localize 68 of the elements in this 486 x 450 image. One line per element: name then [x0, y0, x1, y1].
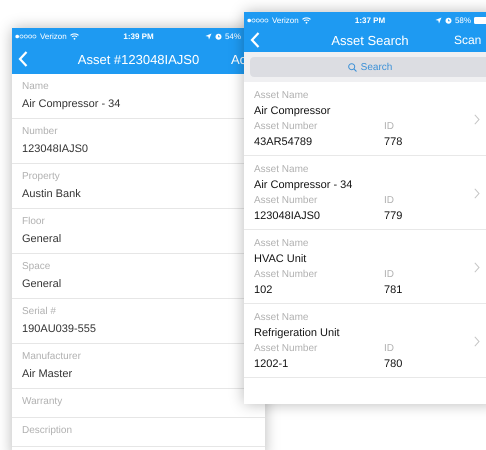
field-label: Space: [22, 260, 52, 274]
carrier-name: Verizon: [40, 32, 67, 40]
chevron-right-icon: [474, 262, 480, 272]
asset-list-item[interactable]: Asset Name HVAC Unit Asset Number ID 102 781: [244, 230, 486, 304]
field-value: General: [22, 277, 62, 292]
asset-id: 781: [384, 283, 404, 298]
field-value: Air Compressor - 34: [22, 97, 122, 112]
asset-id: 780: [384, 357, 404, 372]
field-label: Asset Name: [254, 89, 310, 103]
asset-name: HVAC Unit: [254, 252, 308, 267]
field-label: ID: [384, 120, 395, 134]
wifi-icon: [70, 32, 79, 40]
alarm-clock-icon: [444, 16, 452, 24]
field-label: Asset Name: [254, 311, 310, 325]
wifi-icon: [302, 16, 311, 24]
asset-list-item[interactable]: Asset Name Air Compressor - 34 Asset Number ID 123048IAJS0 779: [244, 156, 486, 230]
asset-id: 779: [384, 209, 404, 224]
search-icon: [348, 62, 357, 72]
field-label: ID: [384, 268, 395, 282]
back-icon[interactable]: [18, 51, 28, 67]
chevron-right-icon: [474, 336, 480, 346]
status-time: 1:39 PM: [123, 32, 154, 40]
field-label: Asset Name: [254, 237, 310, 251]
field-label: Name: [22, 80, 50, 94]
field-value: Austin Bank: [22, 187, 82, 202]
field-label: Description: [22, 424, 74, 438]
battery-percent: 54%: [224, 32, 241, 40]
battery-icon: [474, 16, 486, 24]
screen-title: Asset Search: [331, 32, 409, 48]
field-value: General: [22, 232, 62, 247]
asset-number: 1202-1: [254, 357, 290, 372]
field-label: Floor: [22, 215, 46, 229]
asset-id: 778: [384, 135, 404, 150]
field-label: Asset Number: [254, 120, 318, 134]
asset-name: Air Compressor - 34: [254, 178, 354, 193]
field-label: Warranty: [22, 395, 64, 409]
screen-title: Asset #123048IAJS0: [78, 52, 200, 66]
asset-number: 123048IAJS0: [254, 209, 322, 224]
asset-name: Air Compressor: [254, 104, 332, 119]
field-label: Asset Number: [254, 194, 318, 208]
carrier-name: Verizon: [272, 16, 299, 24]
chevron-right-icon: [474, 188, 480, 198]
field-label: Asset Name: [254, 163, 310, 177]
signal-icon: [15, 34, 37, 38]
battery-percent: 58%: [454, 16, 471, 24]
signal-icon: [247, 18, 269, 22]
asset-number: 43AR54789: [254, 135, 314, 150]
field-label: Manufacturer: [22, 350, 82, 364]
field-label: Property: [22, 170, 61, 184]
asset-list-item[interactable]: Asset Name Air Compressor Asset Number ID 43AR54789 778: [244, 82, 486, 156]
asset-number: 102: [254, 283, 274, 298]
chevron-right-icon: [474, 114, 480, 124]
field-value: Air Master: [22, 367, 74, 382]
location-arrow-icon: [204, 32, 212, 40]
field-label: ID: [384, 194, 395, 208]
field-value: 123048IAJS0: [22, 142, 90, 157]
asset-name: Refrigeration Unit: [254, 326, 341, 341]
location-arrow-icon: [434, 16, 442, 24]
back-icon[interactable]: [250, 32, 260, 48]
field-label: Asset Number: [254, 342, 318, 356]
field-label: Asset Number: [254, 268, 318, 282]
field-label: ID: [384, 342, 395, 356]
field-value: 190AU039-555: [22, 322, 98, 337]
field-label: Serial #: [22, 305, 57, 319]
status-time: 1:37 PM: [354, 16, 386, 24]
field-label: Number: [22, 125, 59, 139]
asset-list-item[interactable]: Asset Name Refrigeration Unit Asset Number ID 1202-1 780: [244, 304, 486, 378]
alarm-clock-icon: [214, 32, 222, 40]
